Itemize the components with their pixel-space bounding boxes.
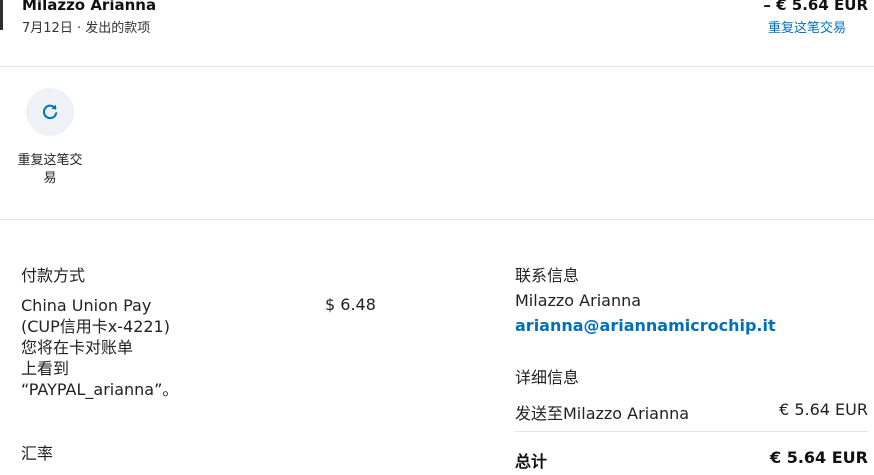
sent-to-amount: € 5.64 EUR <box>779 400 868 419</box>
transaction-detail-page: Milazzo Arianna 7月12日 · 发出的款项 – € 5.64 E… <box>0 0 874 475</box>
contact-email-link[interactable]: arianna@ariannamicrochip.it <box>515 316 776 335</box>
contact-name: Milazzo Arianna <box>515 291 642 310</box>
total-amount: € 5.64 EUR <box>770 448 868 467</box>
payment-line: China Union Pay <box>21 296 152 315</box>
transaction-date-type: 7月12日 · 发出的款项 <box>22 21 151 36</box>
total-label: 总计 <box>515 452 548 471</box>
payment-amount: $ 6.48 <box>325 295 376 314</box>
payment-method-description: China Union Pay (CUP信用卡x-4221) 您将在卡对账单 上… <box>21 295 211 400</box>
repeat-transaction-label: 重复这笔交易 <box>17 153 83 186</box>
header-accent-bar <box>0 0 3 30</box>
transaction-amount: – € 5.64 EUR <box>763 0 868 14</box>
payment-line: 您将在卡对账单 <box>21 338 134 357</box>
payment-line: “PAYPAL_arianna”。 <box>21 380 179 399</box>
exchange-rate-title: 汇率 <box>21 444 54 463</box>
repeat-transaction-link[interactable]: 重复这笔交易 <box>768 17 846 36</box>
actions-section: 重复这笔交易 <box>0 66 874 220</box>
merchant-name: Milazzo Arianna <box>22 0 157 14</box>
details-title: 详细信息 <box>515 368 580 387</box>
payment-method-title: 付款方式 <box>21 266 86 285</box>
contact-info-title: 联系信息 <box>515 266 580 285</box>
payment-line: 上看到 <box>21 359 70 378</box>
refresh-icon <box>26 88 74 136</box>
details-divider <box>515 431 868 432</box>
payment-line: (CUP信用卡x-4221) <box>21 317 170 336</box>
sent-to-label: 发送至Milazzo Arianna <box>515 404 690 423</box>
transaction-header: Milazzo Arianna 7月12日 · 发出的款项 – € 5.64 E… <box>0 0 874 67</box>
repeat-transaction-button[interactable]: 重复这笔交易 <box>12 88 88 188</box>
details-section: 付款方式 China Union Pay (CUP信用卡x-4221) 您将在卡… <box>0 220 874 475</box>
